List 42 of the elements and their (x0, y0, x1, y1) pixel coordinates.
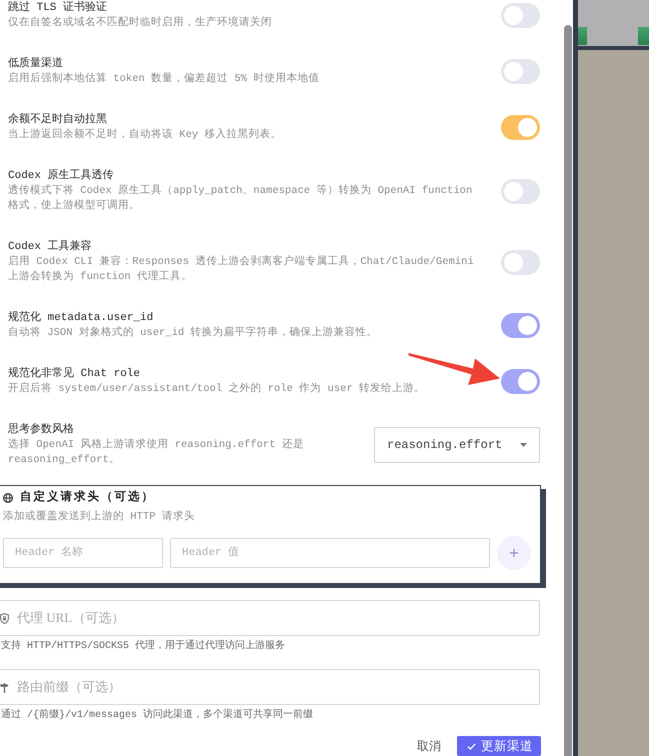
setting-title: 余额不足时自动拉黑 (8, 112, 108, 128)
caret-icon (520, 443, 527, 447)
update-channel-button[interactable]: 更新渠道 (457, 736, 541, 756)
setting-description: 启用后强制本地估算 token 数量，偏差超过 5% 时使用本地值 (8, 72, 320, 87)
toggle-switch[interactable] (501, 369, 540, 394)
setting-title: Codex 原生工具透传 (8, 168, 115, 184)
setting-title: 规范化非常见 Chat role (8, 366, 142, 382)
card-title: 自定义请求头（可选） (20, 490, 155, 506)
route-prefix-hint: 通过 /{前缀}/v1/messages 访问此渠道，多个渠道可共享同一前缀 (0, 708, 314, 723)
setting-description: 自动将 JSON 对象格式的 user_id 转换为扁平字符串，确保上游兼容性。 (8, 326, 378, 341)
setting-title: Codex 工具兼容 (8, 239, 93, 255)
cancel-button[interactable]: 取消 (417, 736, 441, 756)
toggle-switch[interactable] (501, 115, 540, 140)
shield-icon (0, 613, 9, 624)
setting-description: 当上游返回余额不足时，自动将该 Key 移入拉黑列表。 (8, 128, 282, 143)
globe-icon (3, 493, 13, 503)
select-dropdown[interactable]: reasoning.effort (374, 427, 540, 463)
setting-description: 仅在自签名或域名不匹配时临时启用，生产环境请关闭 (8, 16, 272, 31)
setting-title: 规范化 metadata.user_id (8, 310, 154, 326)
setting-title: 跳过 TLS 证书验证 (8, 0, 108, 16)
signpost-icon (0, 682, 9, 693)
route-prefix-field[interactable]: 路由前缀（可选） (0, 669, 540, 705)
header-name-field[interactable]: Header 名称 (3, 538, 163, 568)
scrollbar-thumb[interactable] (564, 25, 572, 756)
setting-description: 选择 OpenAI 风格上游请求使用 reasoning.effort 还是 reasoning_effort。 (8, 438, 305, 468)
header-value-field[interactable]: Header 值 (170, 538, 490, 568)
proxy-hint: 支持 HTTP/HTTPS/SOCKS5 代理，用于通过代理访问上游服务 (0, 639, 286, 654)
header-tile (578, 27, 587, 45)
setting-title: 低质量渠道 (8, 56, 64, 72)
proxy-url-field[interactable]: 代理 URL（可选） (0, 600, 540, 636)
toggle-switch[interactable] (501, 59, 540, 84)
header-tile (638, 27, 649, 45)
toggle-switch[interactable] (501, 313, 540, 338)
toggle-switch[interactable] (501, 250, 540, 274)
setting-description: 透传模式下将 Codex 原生工具（apply_patch、namespace 等）转换为 OpenAI function 格式，使上游模型可调用。 (8, 184, 474, 214)
setting-description: 开启后将 system/user/assistant/tool 之外的 role 作为 user 转发给上游。 (8, 382, 426, 397)
setting-description: 启用 Codex CLI 兼容：Responses 透传上游会剥离客户端专属工具，Chat/Claude/Gemini 上游会转换为 function 代理工具。 (8, 255, 475, 285)
card-description: 添加或覆盖发送到上游的 HTTP 请求头 (3, 510, 196, 525)
toggle-switch[interactable] (501, 178, 540, 204)
check-icon (467, 742, 476, 750)
setting-title: 思考参数风格 (8, 422, 75, 438)
toggle-switch[interactable] (501, 3, 540, 28)
